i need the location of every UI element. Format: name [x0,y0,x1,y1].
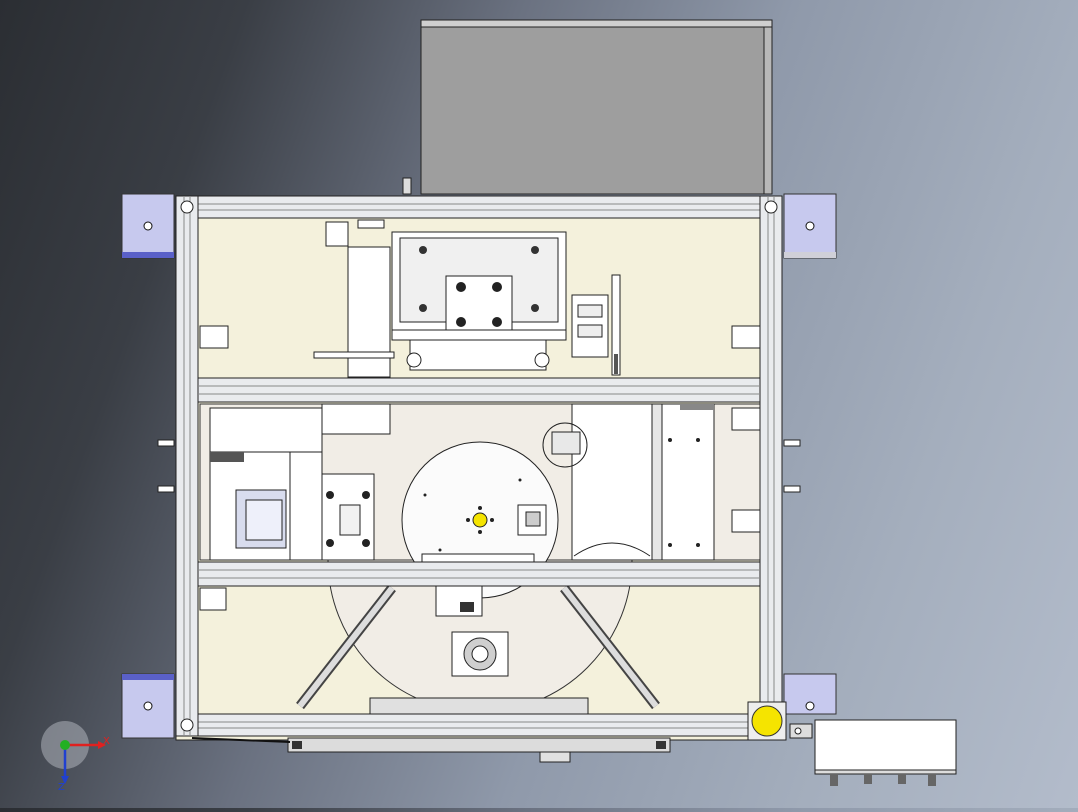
cad-drawing: X Z [41,19,957,793]
axis-triad: X Z [41,721,110,793]
left-feeder-module [209,403,391,561]
bottom-rail [191,737,671,763]
control-box [814,719,957,786]
z-axis-label: Z [58,782,65,793]
cad-viewport[interactable]: X Z [0,0,1078,808]
top-cover [402,19,773,195]
x-axis-label: X [103,736,110,747]
